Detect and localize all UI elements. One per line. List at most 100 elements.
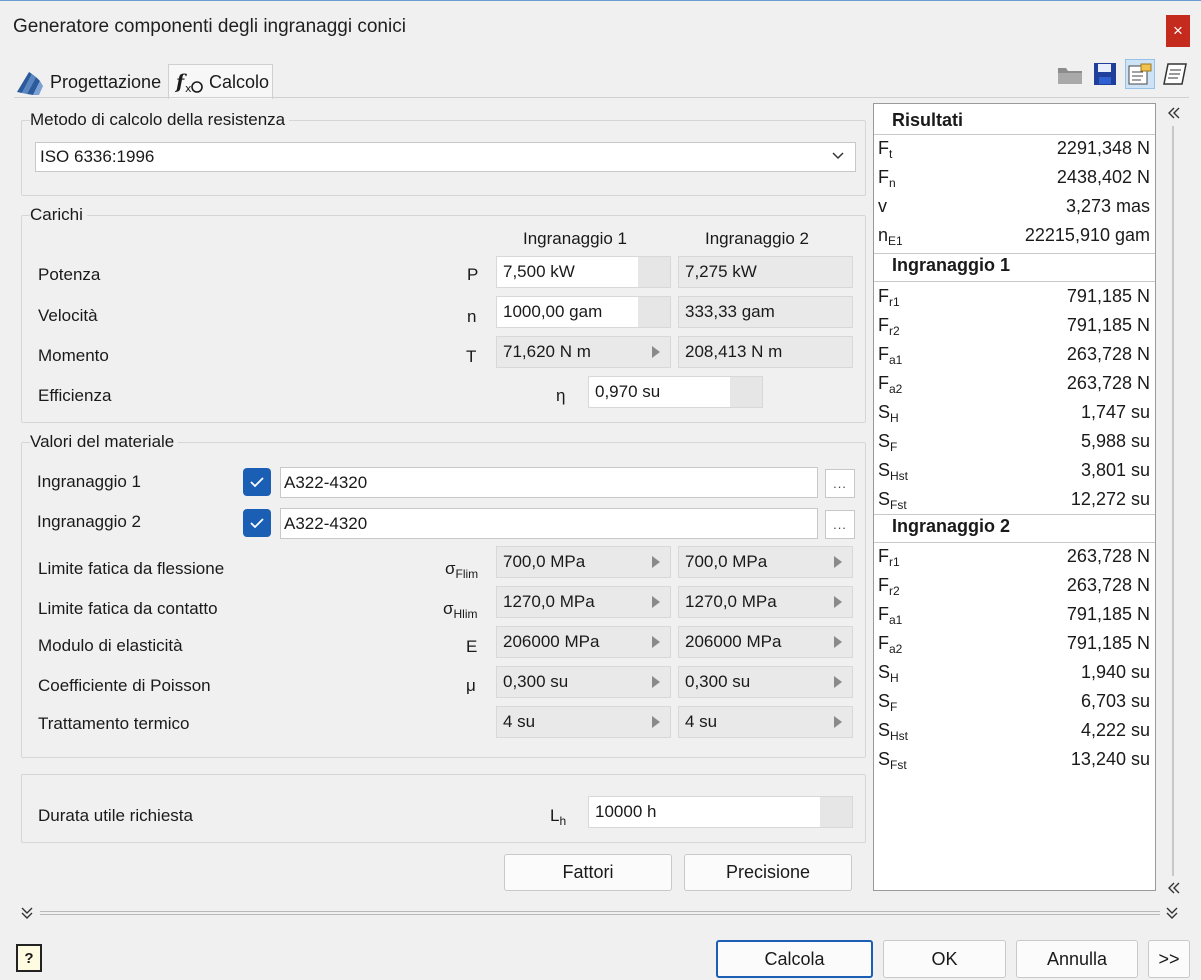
field-spin-stub [820, 797, 852, 827]
material-gear2-checkbox[interactable] [243, 509, 271, 537]
properties-button[interactable] [1125, 59, 1155, 89]
poisson-gear2-field[interactable]: 0,300 su [678, 666, 853, 698]
play-arrow-icon [834, 716, 842, 728]
collapse-results-bottom-button[interactable] [1167, 879, 1181, 900]
heat-treatment-label: Trattamento termico [38, 714, 190, 733]
torque-gear2-field: 208,413 N m [678, 336, 853, 368]
svg-text:x: x [185, 82, 192, 95]
more-button[interactable]: >> [1148, 940, 1190, 978]
tab-divider [14, 97, 1189, 98]
life-input[interactable]: 10000 h [588, 796, 853, 828]
bending-limit-gear2-field[interactable]: 700,0 MPa [678, 546, 853, 578]
tab-calcolo[interactable]: f x Calcolo [168, 64, 273, 99]
help-button[interactable]: ? [16, 944, 42, 972]
elasticity-gear2-value: 206000 MPa [685, 632, 782, 651]
play-arrow-icon [652, 346, 660, 358]
ok-button[interactable]: OK [883, 940, 1006, 978]
material-gear2-input[interactable]: A322-4320 [280, 508, 818, 539]
loads-col-gear1: Ingranaggio 1 [523, 229, 627, 248]
open-folder-button[interactable] [1055, 59, 1085, 89]
result-general-name: v [878, 196, 887, 216]
result-gear1-value: 263,728 N [1066, 344, 1150, 364]
play-arrow-icon [652, 556, 660, 568]
material-gear1-value: A322-4320 [284, 472, 368, 492]
tab-progettazione-label: Progettazione [50, 71, 162, 92]
vertical-splitter[interactable] [1172, 126, 1174, 876]
play-arrow-icon [834, 676, 842, 688]
double-chevron-down-icon [1166, 907, 1178, 919]
elasticity-symbol: E [466, 637, 478, 656]
factors-button[interactable]: Fattori [504, 854, 672, 891]
contact-limit-gear1-field[interactable]: 1270,0 MPa [496, 586, 671, 618]
expand-messages-left-button[interactable] [20, 905, 34, 925]
bending-limit-gear1-field[interactable]: 700,0 MPa [496, 546, 671, 578]
field-spin-stub [638, 297, 670, 327]
material-gear1-checkbox[interactable] [243, 468, 271, 496]
material-gear1-input[interactable]: A322-4320 [280, 467, 818, 498]
results-gear1-title: Ingranaggio 1 [892, 255, 1011, 275]
efficiency-symbol: η [556, 386, 566, 405]
properties-icon [1128, 63, 1152, 85]
contact-limit-gear2-field[interactable]: 1270,0 MPa [678, 586, 853, 618]
result-gear1-value: 791,185 N [1066, 286, 1150, 306]
result-gear1-value: 12,272 su [1070, 489, 1150, 509]
play-arrow-icon [652, 636, 660, 648]
browse-dots: ... [833, 476, 847, 491]
factors-button-label: Fattori [562, 862, 614, 882]
result-gear1-value: 791,185 N [1066, 315, 1150, 335]
torque-gear1-field[interactable]: 71,620 N m [496, 336, 671, 368]
save-button[interactable] [1090, 59, 1120, 89]
results-gear2-title: Ingranaggio 2 [892, 516, 1011, 536]
results-separator [874, 281, 1155, 282]
power-gear1-input[interactable]: 7,500 kW [496, 256, 671, 288]
fx-calc-icon: f x [175, 71, 203, 95]
power-symbol: P [467, 265, 479, 284]
result-gear1-value: 5,988 su [1080, 431, 1150, 451]
play-arrow-icon [652, 716, 660, 728]
torque-gear1-value: 71,620 N m [503, 342, 591, 361]
results-panel: Risultati Ft 2291,348 N Fn 2438,402 N v 3,273… [873, 103, 1156, 891]
gear-cone-icon [17, 72, 43, 95]
result-gear2-name: Fr2 [878, 575, 900, 598]
material-gear2-label: Ingranaggio 2 [37, 512, 141, 531]
tab-progettazione[interactable]: Progettazione [14, 66, 164, 98]
precision-button[interactable]: Precisione [684, 854, 852, 891]
result-general-value: 22215,910 gam [1024, 225, 1150, 245]
efficiency-label: Efficienza [38, 386, 112, 405]
heat-treatment-gear1-field[interactable]: 4 su [496, 706, 671, 738]
result-gear2-name: SF [878, 691, 898, 714]
elasticity-gear1-field[interactable]: 206000 MPa [496, 626, 671, 658]
method-select[interactable]: ISO 6336:1996 [35, 142, 856, 172]
play-arrow-icon [652, 676, 660, 688]
material-gear2-browse-button[interactable]: ... [825, 510, 855, 539]
results-separator [874, 542, 1155, 543]
field-spin-stub [730, 377, 762, 407]
heat-treatment-gear2-field[interactable]: 4 su [678, 706, 853, 738]
poisson-gear1-field[interactable]: 0,300 su [496, 666, 671, 698]
result-gear1-name: SFst [878, 489, 907, 512]
power-gear1-value: 7,500 kW [503, 262, 575, 281]
poisson-gear1-value: 0,300 su [503, 672, 569, 691]
life-symbol: Lh [550, 806, 567, 828]
help-icon: ? [24, 949, 34, 967]
speed-gear1-input[interactable]: 1000,00 gam [496, 296, 671, 328]
cancel-button[interactable]: Annulla [1016, 940, 1138, 978]
notes-button[interactable] [1160, 59, 1190, 89]
result-gear2-value: 791,185 N [1066, 604, 1150, 624]
power-gear2-field: 7,275 kW [678, 256, 853, 288]
horizontal-splitter[interactable] [40, 911, 1160, 915]
elasticity-gear2-field[interactable]: 206000 MPa [678, 626, 853, 658]
material-gear1-browse-button[interactable]: ... [825, 469, 855, 498]
poisson-gear2-value: 0,300 su [685, 672, 751, 691]
results-separator [874, 514, 1155, 515]
loads-col-gear2: Ingranaggio 2 [705, 229, 809, 248]
efficiency-input[interactable]: 0,970 su [588, 376, 763, 408]
life-value: 10000 h [595, 802, 657, 821]
collapse-results-button[interactable] [1167, 104, 1181, 125]
close-button[interactable]: × [1166, 15, 1190, 47]
speed-gear2-field: 333,33 gam [678, 296, 853, 328]
result-general-name: Ft [878, 138, 893, 161]
result-gear2-value: 1,940 su [1080, 662, 1150, 682]
calculate-button[interactable]: Calcola [716, 940, 873, 978]
expand-messages-right-button[interactable] [1165, 905, 1179, 925]
